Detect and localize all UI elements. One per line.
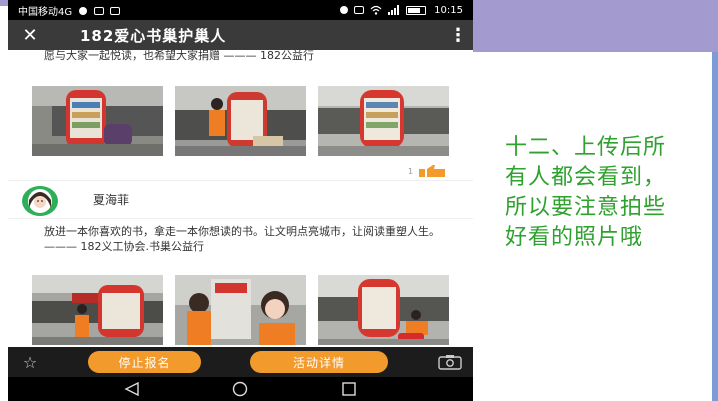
recents-square-icon[interactable]	[341, 382, 357, 396]
post-1-photo-2[interactable]	[175, 86, 306, 156]
post-1-photo-3[interactable]	[318, 86, 449, 156]
page-title: 182爱心书巢护巢人	[80, 26, 227, 45]
post-2-photo-3[interactable]	[318, 275, 449, 345]
feed[interactable]: 愿与大家一起悦读，也希望大家捐赠 ——— 182公益行 1 夏海菲 放进一本你喜…	[8, 49, 473, 347]
sync-icon	[109, 6, 120, 15]
action-bar: ☆ 停止报名 活动详情	[8, 347, 473, 377]
caption-line-4: 好看的照片哦	[505, 225, 644, 250]
wifi-icon	[370, 5, 382, 15]
back-triangle-icon[interactable]	[124, 382, 140, 396]
like-row: 1	[408, 165, 446, 177]
more-vert-icon[interactable]: ⋮	[443, 25, 473, 46]
post-2-photo-2[interactable]	[175, 275, 306, 345]
caption-line-2: 有人都会看到，	[505, 165, 667, 190]
system-nav-bar	[8, 377, 473, 401]
battery-icon	[406, 5, 427, 15]
author-divider	[8, 218, 473, 219]
post-2-text: 放进一本你喜欢的书，拿走一本你想读的书。让文明点亮城市，让阅读重塑人生。 ———…	[44, 225, 440, 253]
avatar[interactable]	[22, 186, 58, 216]
star-outline-icon[interactable]: ☆	[8, 353, 52, 372]
post-1-photo-1[interactable]	[32, 86, 163, 156]
hd-icon	[354, 6, 365, 14]
caption-line-1: 十二、上传后所	[505, 135, 667, 160]
close-icon[interactable]: ✕	[8, 25, 52, 46]
stop-registration-button[interactable]: 停止报名	[88, 351, 201, 373]
event-details-button[interactable]: 活动详情	[250, 351, 388, 373]
cloud-icon	[79, 6, 88, 15]
image-icon	[93, 6, 104, 15]
post-2-photo-1[interactable]	[32, 275, 163, 345]
status-icons	[340, 5, 427, 15]
slide-caption: 十二、上传后所 有人都会看到， 所以要注意拍些 好看的照片哦	[505, 133, 705, 253]
slide-right-edge	[712, 52, 718, 401]
thumbs-up-icon[interactable]	[419, 165, 446, 177]
caption-line-3: 所以要注意拍些	[505, 195, 667, 220]
post-1-text: 愿与大家一起悦读，也希望大家捐赠 ——— 182公益行	[44, 49, 314, 62]
status-time: 10:15	[434, 4, 463, 16]
status-bar: 中国移动4G 10:15	[8, 0, 473, 20]
camera-icon[interactable]	[436, 354, 466, 370]
signal-icon	[388, 5, 400, 15]
like-count: 1	[408, 166, 414, 176]
post-2-author[interactable]: 夏海菲	[93, 191, 129, 208]
slide-header-band	[468, 0, 718, 52]
post-divider	[8, 180, 473, 181]
app-bar: ✕ 182爱心书巢护巢人 ⋮	[8, 20, 473, 50]
carrier-label: 中国移动4G	[18, 3, 340, 18]
alarm-icon	[340, 6, 349, 14]
home-circle-icon[interactable]	[231, 381, 249, 397]
phone-screenshot: 中国移动4G 10:15 ✕ 182爱心书巢护巢人 ⋮ 愿与大家一起悦读，也希望…	[8, 0, 473, 401]
